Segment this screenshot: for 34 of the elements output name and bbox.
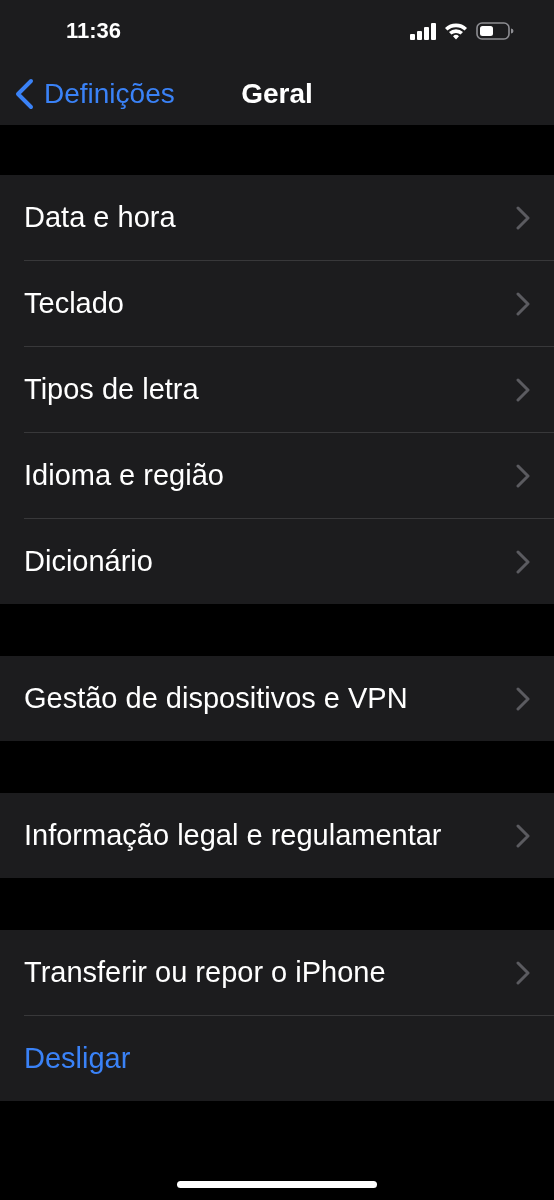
chevron-right-icon <box>516 291 530 316</box>
row-label: Transferir ou repor o iPhone <box>24 956 386 989</box>
home-indicator[interactable] <box>177 1181 377 1188</box>
status-time: 11:36 <box>66 18 122 44</box>
settings-row[interactable]: Tipos de letra <box>24 346 554 432</box>
back-label: Definições <box>44 77 175 110</box>
settings-row[interactable]: Gestão de dispositivos e VPN <box>24 656 554 741</box>
chevron-right-icon <box>516 823 530 848</box>
wifi-icon <box>444 22 468 40</box>
settings-row[interactable]: Teclado <box>24 260 554 346</box>
chevron-right-icon <box>516 205 530 230</box>
chevron-right-icon <box>516 960 530 985</box>
settings-row[interactable]: Data e hora <box>24 175 554 260</box>
battery-icon <box>476 22 514 40</box>
row-label: Data e hora <box>24 201 176 234</box>
row-label: Teclado <box>24 287 124 320</box>
row-label: Informação legal e regulamentar <box>24 819 442 852</box>
row-label: Dicionário <box>24 545 153 578</box>
settings-row[interactable]: Idioma e região <box>24 432 554 518</box>
signal-icon <box>410 22 436 40</box>
settings-row[interactable]: Informação legal e regulamentar <box>24 793 554 878</box>
row-label: Tipos de letra <box>24 373 199 406</box>
chevron-right-icon <box>516 686 530 711</box>
chevron-right-icon <box>516 377 530 402</box>
chevron-right-icon <box>516 549 530 574</box>
settings-action-link[interactable]: Desligar <box>24 1015 554 1101</box>
settings-row[interactable]: Dicionário <box>24 518 554 604</box>
row-label: Idioma e região <box>24 459 224 492</box>
nav-title: Geral <box>241 77 313 110</box>
settings-row[interactable]: Transferir ou repor o iPhone <box>24 930 554 1015</box>
row-label: Gestão de dispositivos e VPN <box>24 682 408 715</box>
chevron-left-icon <box>14 77 34 110</box>
chevron-right-icon <box>516 463 530 488</box>
back-button[interactable]: Definições <box>0 76 181 111</box>
